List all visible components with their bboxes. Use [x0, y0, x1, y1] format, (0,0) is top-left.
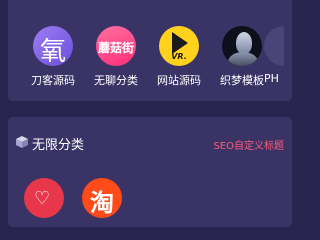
app-item-partial[interactable]: PH [264, 26, 292, 85]
app-item-wangzhan[interactable]: VR. 网站源码 [148, 26, 210, 88]
portrait-icon [222, 26, 262, 66]
seo-title-link[interactable]: SEO自定义标题 [213, 137, 284, 152]
category-title: 无限分类 [32, 138, 85, 153]
app-grid-panel: ! 氧 刀客源码 蘑菇街 无聊分类 VR. 网站源码 织梦模 [8, 0, 292, 101]
taobao-icon[interactable]: 淘 [82, 178, 122, 218]
partial-label: ! [8, 72, 9, 85]
category-panel: 无限分类 SEO自定义标题 ♡ 淘 [8, 117, 292, 227]
vr-play-icon: VR. [159, 26, 199, 66]
app-label: 无聊分类 [94, 74, 138, 87]
app-item-daoke[interactable]: 氧 刀客源码 [22, 26, 84, 88]
partial-app-icon [264, 26, 284, 66]
app-label: PH [264, 72, 279, 85]
mogujie-icon: 蘑菇街 [96, 26, 136, 66]
heart-app-icon[interactable]: ♡ [24, 178, 64, 218]
cube-icon [16, 136, 28, 148]
app-label: 网站源码 [157, 74, 201, 87]
app-item-wuliao[interactable]: 蘑菇街 无聊分类 [85, 26, 147, 88]
app-label: 刀客源码 [31, 74, 75, 87]
oxygen-char-icon: 氧 [33, 26, 73, 66]
app-row: ! 氧 刀客源码 蘑菇街 无聊分类 VR. 网站源码 织梦模 [8, 0, 292, 101]
